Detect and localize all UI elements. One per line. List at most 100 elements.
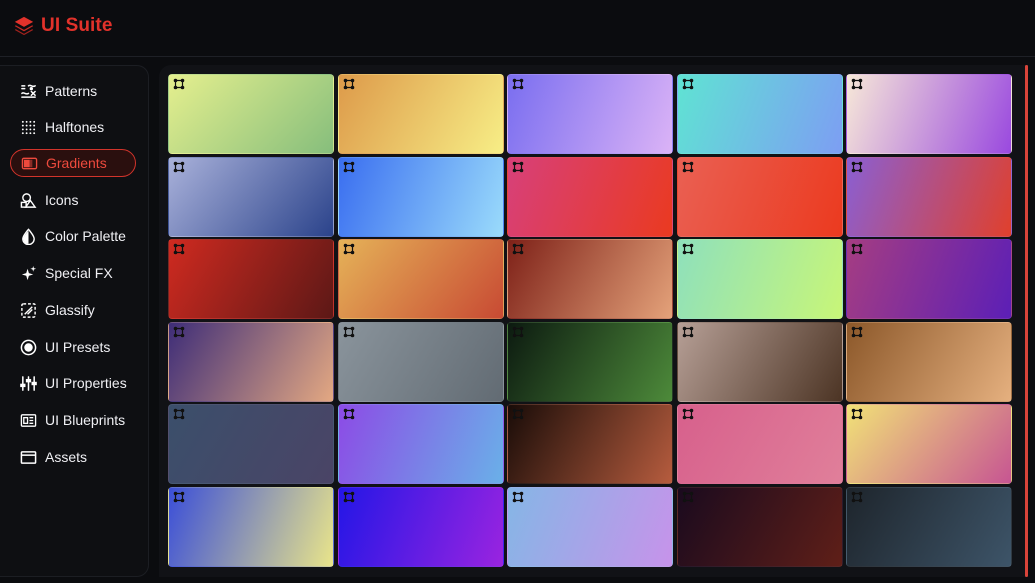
move-handle-icon xyxy=(343,243,355,255)
sidebar-item-label: Patterns xyxy=(45,83,98,99)
move-handle-icon xyxy=(851,326,863,338)
gradient-swatch[interactable] xyxy=(846,404,1012,484)
move-handle-icon xyxy=(173,408,185,420)
sidebar-item-ui-properties[interactable]: UI Properties xyxy=(10,369,136,397)
gradient-swatch[interactable] xyxy=(337,321,504,402)
move-handle-icon xyxy=(682,78,694,90)
halftone-grid-icon xyxy=(20,119,37,136)
sidebar-item-assets[interactable]: Assets xyxy=(10,443,136,471)
move-handle-icon xyxy=(682,326,694,338)
move-handle-icon xyxy=(851,161,863,173)
sidebar: Patterns Halftones Gradients Icons Color… xyxy=(0,65,149,577)
gradient-swatch[interactable] xyxy=(507,404,673,484)
move-handle-icon xyxy=(851,243,863,255)
sidebar-item-label: Glassify xyxy=(45,302,95,318)
move-handle-icon xyxy=(512,78,524,90)
gradient-swatch[interactable] xyxy=(676,74,843,154)
gradient-swatch[interactable] xyxy=(846,239,1012,319)
gradient-swatch[interactable] xyxy=(846,74,1012,154)
move-handle-icon xyxy=(173,491,185,503)
gradient-swatch[interactable] xyxy=(676,156,843,237)
stack-layers-icon xyxy=(13,15,35,37)
blueprint-icon xyxy=(20,412,37,429)
radio-ring-icon xyxy=(20,339,37,356)
sidebar-item-color-palette[interactable]: Color Palette xyxy=(10,222,136,250)
gradient-swatch[interactable] xyxy=(676,404,843,484)
sidebar-item-label: Gradients xyxy=(46,155,107,171)
move-handle-icon xyxy=(682,408,694,420)
sparkle-icon xyxy=(20,265,37,282)
move-handle-icon xyxy=(173,78,185,90)
move-handle-icon xyxy=(343,161,355,173)
sidebar-item-label: Special FX xyxy=(45,265,113,281)
sidebar-item-label: UI Properties xyxy=(45,375,127,391)
brand[interactable]: UI Suite xyxy=(13,15,113,37)
gradient-icon xyxy=(21,155,38,172)
gradient-swatch[interactable] xyxy=(676,321,843,402)
gradient-swatch[interactable] xyxy=(168,156,334,237)
gradient-swatch[interactable] xyxy=(507,156,673,237)
move-handle-icon xyxy=(512,161,524,173)
move-handle-icon xyxy=(343,78,355,90)
gradient-swatch[interactable] xyxy=(168,486,334,567)
sliders-icon xyxy=(20,375,37,392)
sidebar-item-glassify[interactable]: Glassify xyxy=(10,296,136,324)
move-handle-icon xyxy=(343,491,355,503)
gradient-swatch[interactable] xyxy=(337,239,504,319)
move-handle-icon xyxy=(173,161,185,173)
sidebar-item-icons[interactable]: Icons xyxy=(10,186,136,214)
move-handle-icon xyxy=(512,326,524,338)
gradient-swatch[interactable] xyxy=(507,486,673,567)
move-handle-icon xyxy=(343,326,355,338)
sidebar-item-label: UI Blueprints xyxy=(45,412,126,428)
window-icon xyxy=(20,449,37,466)
sidebar-item-label: Halftones xyxy=(45,119,105,135)
gradient-swatch[interactable] xyxy=(846,321,1012,402)
gradient-swatch[interactable] xyxy=(676,239,843,319)
move-handle-icon xyxy=(851,491,863,503)
gradient-swatch[interactable] xyxy=(846,156,1012,237)
gradient-swatch[interactable] xyxy=(846,486,1012,567)
sidebar-item-label: Icons xyxy=(45,192,79,208)
gradient-swatch[interactable] xyxy=(168,404,334,484)
gradient-swatch[interactable] xyxy=(507,321,673,402)
glass-frame-icon xyxy=(20,302,37,319)
move-handle-icon xyxy=(682,491,694,503)
move-handle-icon xyxy=(343,408,355,420)
sidebar-item-label: UI Presets xyxy=(45,339,111,355)
sidebar-item-patterns[interactable]: Patterns xyxy=(10,77,136,105)
move-handle-icon xyxy=(512,491,524,503)
shapes-icon xyxy=(20,192,37,209)
gradient-swatch[interactable] xyxy=(507,74,673,154)
gradient-swatch[interactable] xyxy=(168,74,334,154)
move-handle-icon xyxy=(512,243,524,255)
move-handle-icon xyxy=(173,243,185,255)
top-bar: UI Suite xyxy=(0,0,1035,57)
sidebar-item-label: Assets xyxy=(45,449,88,465)
move-handle-icon xyxy=(851,78,863,90)
gradient-swatch[interactable] xyxy=(337,486,504,567)
sidebar-item-gradients[interactable]: Gradients xyxy=(10,149,136,177)
scroll-thumb[interactable] xyxy=(1025,65,1028,577)
drop-icon xyxy=(20,227,37,245)
move-handle-icon xyxy=(682,161,694,173)
move-handle-icon xyxy=(851,408,863,420)
sidebar-item-label: Color Palette xyxy=(45,228,126,244)
sidebar-item-ui-blueprints[interactable]: UI Blueprints xyxy=(10,406,136,434)
sidebar-item-special-fx[interactable]: Special FX xyxy=(10,259,136,287)
gradient-swatch[interactable] xyxy=(168,239,334,319)
scrollbar[interactable] xyxy=(1025,65,1028,577)
move-handle-icon xyxy=(512,408,524,420)
sidebar-item-halftones[interactable]: Halftones xyxy=(10,113,136,141)
sidebar-item-ui-presets[interactable]: UI Presets xyxy=(10,333,136,361)
gradient-swatch[interactable] xyxy=(168,321,334,402)
gradient-swatch[interactable] xyxy=(337,156,504,237)
gradient-swatch[interactable] xyxy=(337,404,504,484)
gradient-swatch[interactable] xyxy=(337,74,504,154)
app-name: UI Suite xyxy=(41,15,113,36)
gradient-swatch[interactable] xyxy=(676,486,843,567)
gradient-swatch[interactable] xyxy=(507,239,673,319)
move-handle-icon xyxy=(682,243,694,255)
move-handle-icon xyxy=(173,326,185,338)
patterns-icon xyxy=(20,83,37,100)
